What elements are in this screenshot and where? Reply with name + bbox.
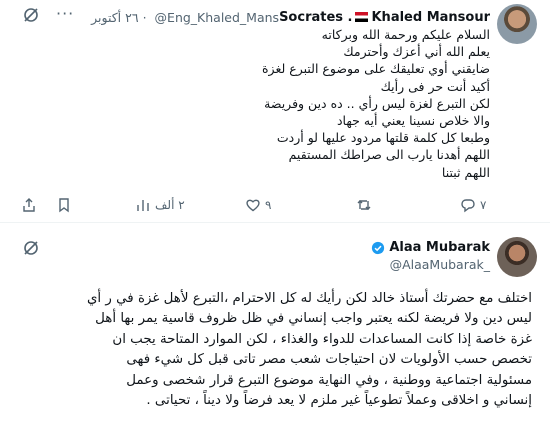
egypt-flag-icon (355, 12, 369, 22)
views-button[interactable]: ٢ ألف (135, 197, 185, 213)
tweet-line: اختلف مع حضرتك أستاذ خالد لكن رأيك له كل… (86, 291, 532, 306)
more-dots-icon[interactable]: ··· (56, 4, 74, 23)
tweet-khaled[interactable]: ··· ٢٦ أكتوبر · @Eng_Khaled_Mans Socrate… (0, 0, 550, 221)
reply-icon (461, 199, 475, 213)
reply-count: ٧ (480, 198, 487, 212)
tweet-line: غزة خاصة إذا كانت المساعدات للدواء والغذ… (112, 331, 532, 347)
tweet-line: وطبعا كل كلمة قلتها مردود عليها لو أردت (276, 130, 490, 146)
avatar[interactable] (497, 4, 537, 44)
tweet-line: أكيد أنت حر فى رأيك (380, 78, 490, 94)
verified-badge-icon (372, 241, 385, 254)
grok-icon[interactable] (21, 238, 41, 258)
like-button[interactable]: ٩ (245, 197, 271, 213)
tweet-actions: ٢ ألف ٩ ٧ (0, 197, 550, 217)
tweet-text: اختلف مع حضرتك أستاذ خالد لكن رأيك له كل… (20, 289, 532, 411)
bookmark-icon (59, 198, 69, 213)
share-icon (23, 198, 35, 212)
like-count: ٩ (265, 198, 272, 212)
tweet-line: إنساني و اخلاقى وعملاً تطوعياً غير ملزم … (146, 393, 532, 409)
retweet-icon (357, 200, 371, 210)
tweet-line: يعلم الله أني أعزك وأحترمك (343, 44, 490, 60)
tweet-line: اللهم ثبتنا (441, 164, 490, 180)
author-name[interactable]: Socrates . (279, 10, 352, 25)
tweet-line: تخصص حسب الأولويات لان احتياجات شعب مصر … (126, 352, 532, 368)
grok-icon[interactable] (21, 5, 41, 25)
tweet-text: السلام عليكم ورحمة الله وبركاته يعلم الل… (130, 26, 490, 181)
tweet-line: مسئولية اجتماعية ووطنية ، وفي النهاية مو… (126, 372, 532, 388)
tweet-line: السلام عليكم ورحمة الله وبركاته (321, 27, 490, 42)
author-name-suffix[interactable]: Khaled Mansour (371, 10, 490, 25)
bookmark-button[interactable] (56, 197, 72, 213)
author-name[interactable]: Alaa Mubarak (389, 240, 490, 255)
retweet-button[interactable] (356, 197, 376, 213)
share-button[interactable] (21, 197, 37, 213)
reply-button[interactable]: ٧ (460, 197, 486, 213)
tweet-line: ضايقني أوي تعليقك على موضوع التبرع لغزة (262, 61, 490, 77)
like-icon (246, 199, 260, 212)
separator: · (142, 9, 147, 25)
tweet-date[interactable]: ٢٦ أكتوبر (91, 10, 138, 25)
tweet-alaa[interactable]: Alaa Mubarak @AlaaMubarak_ اختلف مع حضرت… (0, 223, 550, 428)
tweet-header: ٢٦ أكتوبر · @Eng_Khaled_Mans Socrates . … (91, 7, 490, 27)
views-count: ٢ ألف (155, 198, 185, 212)
avatar[interactable] (497, 237, 537, 277)
tweet-line: والا خلاص نسينا يعني أيه جهاد (336, 113, 490, 129)
tweet-line: اللهم أهدنا يارب الى صراطك المستقيم (288, 147, 490, 163)
author-handle[interactable]: @Eng_Khaled_Mans (155, 10, 280, 25)
author-name-row[interactable]: Alaa Mubarak (371, 240, 490, 255)
views-icon (137, 200, 149, 211)
tweet-line: ليس دين ولا فريضة لكنه يعتبر واجب إنساني… (95, 311, 532, 327)
author-handle[interactable]: @AlaaMubarak_ (390, 257, 490, 272)
tweet-line: لكن التبرع لغزة ليس رأي .. ده دين وفريضة (264, 95, 490, 111)
